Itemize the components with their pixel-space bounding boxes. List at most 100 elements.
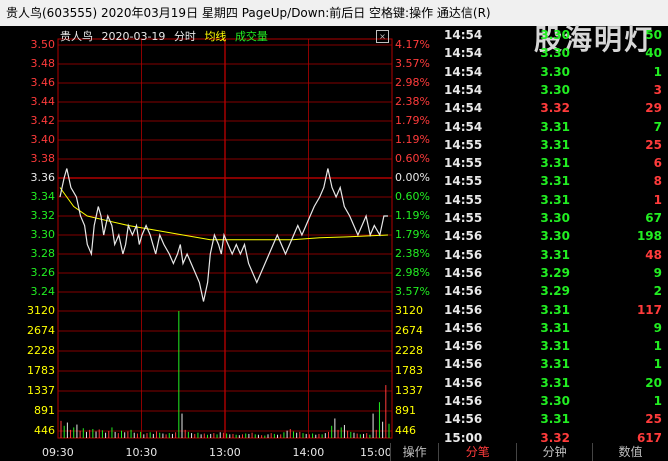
tick-row: 14:54 3.30 1 (440, 65, 668, 84)
tick-time: 14:56 (444, 375, 483, 390)
tick-volume: 7 (653, 119, 662, 134)
tick-row: 14:54 3.30 50 (440, 28, 668, 47)
tick-row: 14:54 3.30 40 (440, 46, 668, 65)
tick-price: 3.31 (540, 339, 570, 354)
tick-volume: 48 (645, 247, 662, 262)
chart-header: 贵人鸟 2020-03-19 分时 均线 成交量 (60, 28, 273, 44)
tick-price: 3.29 (540, 265, 570, 280)
tick-volume: 67 (645, 211, 662, 225)
tick-volume: 3 (653, 82, 662, 97)
tick-price: 3.31 (540, 119, 570, 134)
tick-price: 3.30 (540, 28, 570, 42)
tick-time: 14:56 (444, 302, 483, 317)
tick-time: 14:55 (444, 174, 483, 189)
tick-volume: 9 (653, 265, 662, 280)
tick-row: 14:55 3.31 25 (440, 138, 668, 157)
tick-row: 14:56 3.30 198 (440, 229, 668, 248)
tick-time: 14:56 (444, 320, 483, 335)
tick-volume: 1 (653, 339, 662, 354)
tick-time: 14:56 (444, 339, 483, 354)
tick-volume: 2 (653, 284, 662, 299)
tick-row: 14:55 3.31 8 (440, 174, 668, 193)
tick-time: 14:56 (444, 284, 483, 299)
close-icon[interactable]: × (376, 30, 389, 43)
tick-time: 14:56 (444, 247, 483, 262)
tick-price: 3.31 (540, 320, 570, 335)
legend-avg: 均线 (204, 30, 227, 43)
tick-volume: 8 (653, 174, 662, 189)
tick-volume: 117 (636, 302, 662, 317)
tick-price: 3.31 (540, 247, 570, 262)
tick-time: 14:55 (444, 211, 483, 225)
tick-row: 14:56 3.31 1 (440, 339, 668, 358)
tick-price: 3.30 (540, 229, 570, 244)
tick-price: 3.30 (540, 394, 570, 408)
tick-time: 14:56 (444, 357, 483, 372)
tick-price: 3.31 (540, 302, 570, 317)
tick-price: 3.30 (540, 46, 570, 61)
tick-time: 14:55 (444, 192, 483, 207)
tick-volume: 1 (653, 64, 662, 79)
tab-operate[interactable]: 操作 (390, 443, 438, 461)
tick-time: 14:56 (444, 412, 483, 427)
chart-date: 2020-03-19 (101, 30, 166, 43)
tick-row: 14:56 3.31 1 (440, 357, 668, 376)
tick-price: 3.30 (540, 64, 570, 79)
tick-row: 14:54 3.31 7 (440, 120, 668, 139)
tick-time: 14:55 (444, 137, 483, 152)
legend-volume: 成交量 (234, 30, 268, 43)
tick-price: 3.30 (540, 82, 570, 97)
tick-volume: 198 (636, 229, 662, 244)
tick-row: 14:54 3.32 29 (440, 101, 668, 120)
tick-price: 3.31 (540, 174, 570, 189)
tick-volume: 25 (645, 137, 662, 152)
tick-price: 3.31 (540, 192, 570, 207)
tick-row: 14:56 3.29 9 (440, 266, 668, 285)
tick-time: 14:54 (444, 82, 483, 97)
tick-row: 14:56 3.31 48 (440, 248, 668, 267)
tick-price: 3.31 (540, 137, 570, 152)
tick-price: 3.31 (540, 412, 570, 427)
tick-price: 3.31 (540, 375, 570, 390)
tick-row: 14:56 3.31 25 (440, 412, 668, 431)
tick-price: 3.31 (540, 357, 570, 372)
tick-time: 14:55 (444, 156, 483, 171)
tick-row: 14:55 3.31 1 (440, 193, 668, 212)
tick-time: 14:54 (444, 64, 483, 79)
intraday-chart[interactable] (0, 26, 440, 461)
tick-row: 14:55 3.31 6 (440, 156, 668, 175)
tick-volume: 6 (653, 156, 662, 171)
tick-price: 3.31 (540, 156, 570, 171)
tick-price: 3.32 (540, 101, 570, 116)
tick-row: 14:56 3.31 9 (440, 321, 668, 340)
tick-volume: 1 (653, 192, 662, 207)
tick-time: 14:54 (444, 119, 483, 134)
tick-volume: 50 (645, 28, 662, 42)
tick-volume: 40 (645, 46, 662, 61)
tick-price: 3.30 (540, 211, 570, 225)
tick-row: 14:56 3.29 2 (440, 284, 668, 303)
tab-minutes[interactable]: 分钟 (516, 443, 592, 461)
tick-row: 14:56 3.31 20 (440, 376, 668, 395)
tick-time: 14:56 (444, 394, 483, 408)
tick-volume: 1 (653, 394, 662, 408)
tick-time: 14:54 (444, 46, 483, 61)
tick-time: 14:54 (444, 28, 483, 42)
tick-volume: 25 (645, 412, 662, 427)
tick-volume: 1 (653, 357, 662, 372)
tab-values[interactable]: 数值 (592, 443, 668, 461)
stock-name: 贵人鸟 (60, 30, 93, 43)
tick-volume: 20 (645, 375, 662, 390)
bottom-tabs: 操作 分笔 分钟 数值 (390, 443, 668, 461)
tick-time: 14:56 (444, 265, 483, 280)
tick-volume: 29 (645, 101, 662, 116)
chart-mode: 分时 (173, 30, 196, 43)
tick-row: 14:56 3.31 117 (440, 303, 668, 322)
tick-row: 14:54 3.30 3 (440, 83, 668, 102)
tick-row: 14:55 3.30 67 (440, 211, 668, 230)
tick-time: 14:56 (444, 229, 483, 244)
tick-price: 3.29 (540, 284, 570, 299)
tab-ticks[interactable]: 分笔 (438, 443, 516, 461)
average-line (59, 187, 389, 241)
tick-volume: 9 (653, 320, 662, 335)
